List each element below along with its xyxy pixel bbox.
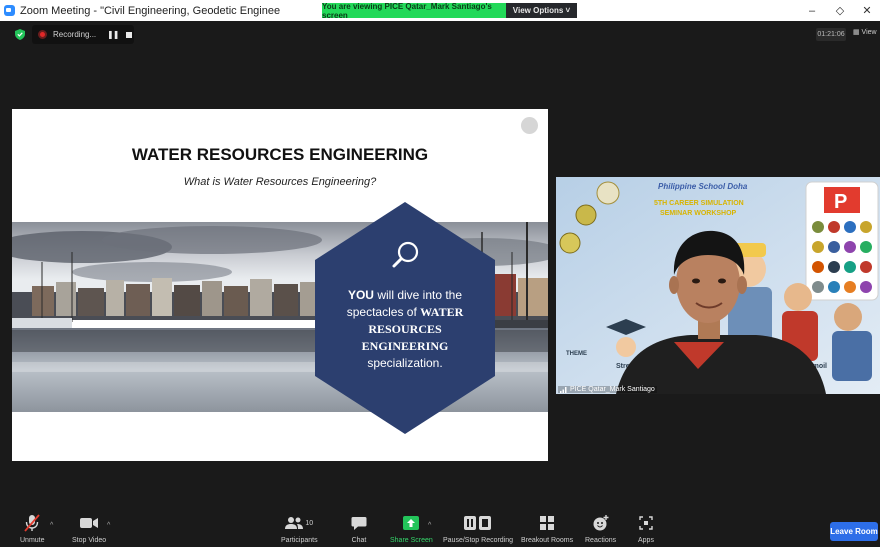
- zoom-window: Zoom Meeting - "Civil Engineering, Geode…: [0, 0, 880, 547]
- leave-room-button[interactable]: Leave Room: [830, 522, 878, 541]
- apps-icon: [639, 516, 653, 530]
- participants-label: Participants: [281, 537, 318, 544]
- minimize-button[interactable]: –: [798, 2, 826, 19]
- participants-count: 10: [305, 519, 314, 527]
- share-screen-icon: [403, 516, 420, 530]
- participants-button[interactable]: 10 Participants: [281, 514, 318, 544]
- unmute-button[interactable]: Unmute: [20, 514, 45, 544]
- bg-line1: 5TH CAREER SIMULATION: [654, 200, 744, 207]
- maximize-button[interactable]: ◇: [826, 2, 854, 19]
- bg-theme: THEME: [566, 351, 587, 357]
- slide-subtitle: What is Water Resources Engineering?: [183, 176, 377, 188]
- apps-button[interactable]: Apps: [638, 514, 654, 544]
- close-button[interactable]: ✕: [853, 2, 880, 19]
- breakout-rooms-icon: [540, 516, 555, 530]
- breakout-rooms-label: Breakout Rooms: [521, 537, 574, 544]
- breakout-rooms-button[interactable]: Breakout Rooms: [521, 514, 573, 544]
- shield-icon[interactable]: [15, 29, 25, 40]
- muted-microphone-icon: [24, 514, 40, 532]
- bg-school-name: Philippine School Doha: [658, 182, 748, 191]
- speaker-name-label: PICE Qatar_Mark Santiago: [558, 386, 657, 393]
- chat-button[interactable]: Chat: [351, 514, 367, 544]
- speaker-video: Philippine School Doha 5TH CAREER SIMULA…: [556, 177, 880, 394]
- chat-icon: [351, 516, 367, 530]
- viewing-screen-banner: You are viewing PICE Qatar_Mark Santiago…: [322, 2, 506, 20]
- video-options-caret-icon[interactable]: ^: [107, 522, 110, 529]
- share-screen-label: Share Screen: [390, 537, 433, 544]
- apps-label: Apps: [638, 537, 654, 544]
- speaker-video-tile[interactable]: Philippine School Doha 5TH CAREER SIMULA…: [556, 177, 880, 394]
- window-title: Zoom Meeting - "Civil Engineering, Geode…: [20, 4, 281, 17]
- participants-icon: [285, 517, 304, 529]
- bg-line2: SEMINAR WORKSHOP: [660, 210, 737, 217]
- stop-video-button[interactable]: Stop Video: [72, 514, 106, 544]
- svg-text:P: P: [834, 191, 847, 213]
- hexagon-text: YOU will dive into the spectacles of WAT…: [315, 287, 495, 372]
- slide-corner-icon: [521, 117, 538, 134]
- view-options-button[interactable]: View Options ˅: [506, 3, 577, 18]
- stop-recording-icon[interactable]: [126, 31, 133, 38]
- view-layout-button[interactable]: ▦ View: [853, 28, 877, 36]
- pause-stop-icon: [464, 516, 492, 530]
- audio-options-caret-icon[interactable]: ^: [50, 522, 53, 529]
- slide-title: WATER RESOURCES ENGINEERING: [131, 145, 429, 164]
- share-screen-button[interactable]: Share Screen: [390, 514, 433, 544]
- record-dot-icon: [38, 30, 47, 39]
- stop-video-label: Stop Video: [72, 537, 107, 544]
- shared-screen-slide: WATER RESOURCES ENGINEERING What is Wate…: [12, 109, 548, 461]
- meeting-toolbar: Unmute ^ Stop Video ^ 10 Participants Ch…: [0, 510, 880, 547]
- speaker-name: PICE Qatar_Mark Santiago: [570, 386, 655, 393]
- hex-you-text: YOU: [347, 288, 374, 302]
- recording-indicator: Recording... ❚❚: [32, 25, 134, 44]
- share-options-caret-icon[interactable]: ^: [428, 522, 431, 529]
- signal-bars-icon: [560, 386, 567, 393]
- pause-stop-recording-label: Pause/Stop Recording: [443, 537, 514, 544]
- zoom-app-icon: [4, 5, 15, 16]
- pause-stop-recording-button[interactable]: Pause/Stop Recording: [443, 514, 513, 544]
- pause-recording-icon[interactable]: ❚❚: [107, 30, 119, 39]
- chat-label: Chat: [351, 537, 367, 544]
- recording-label: Recording...: [53, 30, 97, 39]
- unmute-label: Unmute: [20, 537, 45, 544]
- hex-tail-text: specialization.: [367, 356, 443, 370]
- reactions-label: Reactions: [585, 537, 617, 544]
- reactions-smiley-icon: [593, 515, 609, 531]
- video-camera-icon: [80, 518, 99, 528]
- meeting-timer: 01:21:06: [816, 28, 846, 41]
- reactions-button[interactable]: Reactions: [585, 514, 616, 544]
